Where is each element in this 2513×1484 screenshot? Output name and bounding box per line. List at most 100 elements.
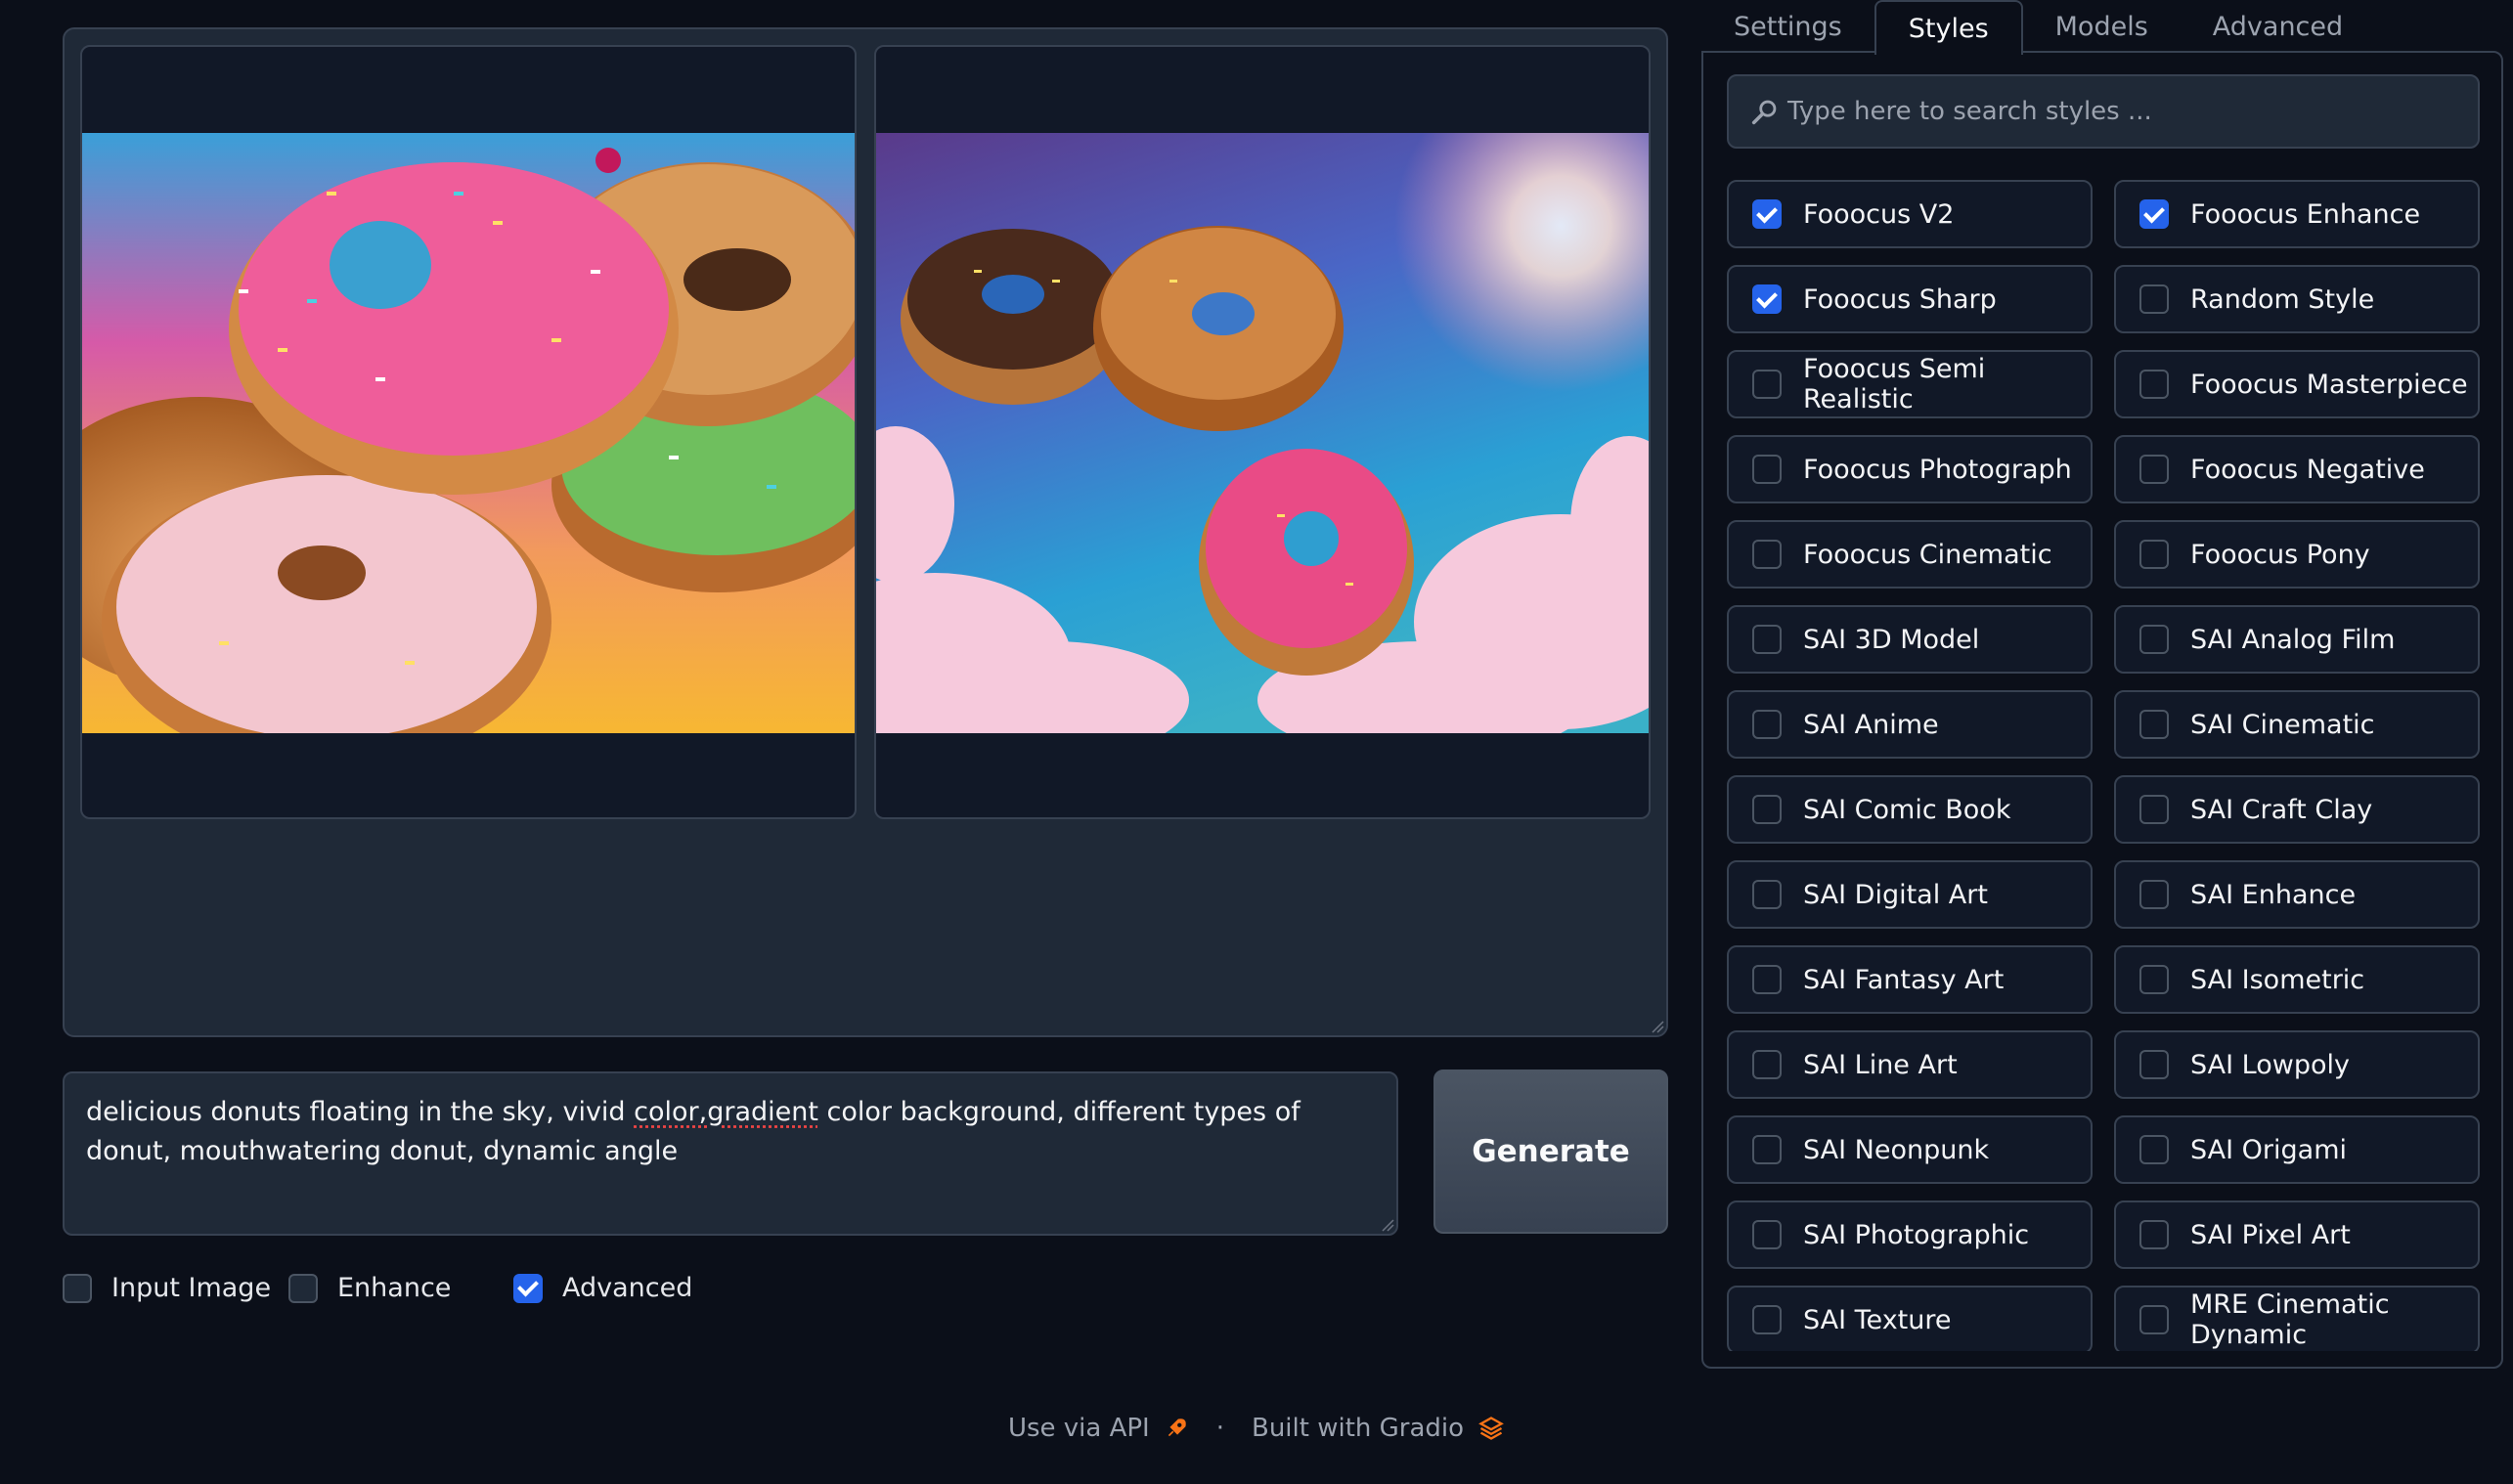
style-label: SAI Isometric [2190,964,2365,995]
search-icon [1751,100,1777,125]
input-image-label: Input Image [111,1273,272,1303]
gradio-logo-icon [1478,1417,1504,1440]
rocket-icon [1168,1419,1186,1437]
style-option-sai-analog-film[interactable]: SAI Analog Film [2114,605,2480,674]
prompt-text-misspelled: color,gradient [634,1097,818,1127]
style-option-sai-photographic[interactable]: SAI Photographic [1727,1200,2093,1269]
style-label: SAI Anime [1803,709,1939,740]
style-option-fooocus-v2[interactable]: Fooocus V2 [1727,180,2093,248]
style-checkbox[interactable] [2139,625,2169,654]
tab-settings[interactable]: Settings [1701,0,1874,53]
style-checkbox[interactable] [2139,880,2169,909]
enhance-checkbox[interactable] [288,1273,318,1303]
advanced-option[interactable]: Advanced [513,1273,692,1303]
style-checkbox[interactable] [2139,284,2169,314]
style-label: MRE Cinematic Dynamic [2190,1289,2390,1350]
style-checkbox[interactable] [1752,795,1782,824]
prompt-textarea[interactable]: delicious donuts floating in the sky, vi… [63,1071,1398,1236]
style-option-sai-origami[interactable]: SAI Origami [2114,1115,2480,1184]
style-option-fooocus-semi-realistic[interactable]: Fooocus Semi Realistic [1727,350,2093,418]
style-option-sai-comic-book[interactable]: SAI Comic Book [1727,775,2093,844]
style-checkbox[interactable] [1752,880,1782,909]
style-checkbox[interactable] [2139,455,2169,484]
style-option-sai-3d-model[interactable]: SAI 3D Model [1727,605,2093,674]
style-option-sai-lowpoly[interactable]: SAI Lowpoly [2114,1030,2480,1099]
donut-image-2 [876,133,1649,733]
style-checkbox[interactable] [2139,370,2169,399]
enhance-option[interactable]: Enhance [288,1273,451,1303]
footer: Use via API · Built with Gradio [0,1414,2513,1443]
built-with-gradio-link[interactable]: Built with Gradio [1252,1414,1464,1443]
style-option-fooocus-cinematic[interactable]: Fooocus Cinematic [1727,520,2093,589]
style-option-sai-craft-clay[interactable]: SAI Craft Clay [2114,775,2480,844]
style-label: SAI 3D Model [1803,624,1980,655]
style-option-sai-fantasy-art[interactable]: SAI Fantasy Art [1727,945,2093,1014]
style-option-fooocus-masterpiece[interactable]: Fooocus Masterpiece [2114,350,2480,418]
style-checkbox[interactable] [1752,625,1782,654]
style-option-sai-digital-art[interactable]: SAI Digital Art [1727,860,2093,929]
style-checkbox[interactable] [1752,1305,1782,1334]
style-option-fooocus-enhance[interactable]: Fooocus Enhance [2114,180,2480,248]
input-image-option[interactable]: Input Image [63,1273,271,1303]
style-search-input[interactable]: Type here to search styles ... [1727,74,2480,149]
tab-advanced[interactable]: Advanced [2181,0,2375,53]
style-label: SAI Digital Art [1803,879,1988,910]
style-checkbox[interactable] [1752,1135,1782,1164]
style-checkbox[interactable] [1752,965,1782,994]
style-checkbox[interactable] [1752,540,1782,569]
style-checkbox[interactable] [1752,370,1782,399]
advanced-checkbox[interactable] [513,1273,543,1303]
style-option-fooocus-sharp[interactable]: Fooocus Sharp [1727,265,2093,333]
style-checkbox[interactable] [2139,1135,2169,1164]
styles-panel: Type here to search styles ... Fooocus V… [1701,51,2503,1369]
style-checkbox[interactable] [1752,284,1782,314]
style-option-sai-cinematic[interactable]: SAI Cinematic [2114,690,2480,759]
style-checkbox[interactable] [1752,455,1782,484]
style-checkbox[interactable] [1752,199,1782,229]
style-option-fooocus-pony[interactable]: Fooocus Pony [2114,520,2480,589]
gallery-resize-handle[interactable] [1651,1020,1664,1033]
style-option-sai-line-art[interactable]: SAI Line Art [1727,1030,2093,1099]
style-option-sai-pixel-art[interactable]: SAI Pixel Art [2114,1200,2480,1269]
style-list: Fooocus V2 Fooocus Enhance Fooocus Sharp Ra… [1727,180,2480,1351]
style-label: SAI Neonpunk [1803,1134,1990,1165]
style-option-fooocus-photograph[interactable]: Fooocus Photograph [1727,435,2093,503]
style-option-random-style[interactable]: Random Style [2114,265,2480,333]
style-checkbox[interactable] [2139,965,2169,994]
tab-models[interactable]: Models [2023,0,2181,53]
style-checkbox[interactable] [2139,1305,2169,1334]
style-checkbox[interactable] [1752,710,1782,739]
style-option-sai-neonpunk[interactable]: SAI Neonpunk [1727,1115,2093,1184]
style-option-sai-enhance[interactable]: SAI Enhance [2114,860,2480,929]
use-via-api-link[interactable]: Use via API [1008,1414,1150,1443]
style-label: SAI Texture [1803,1304,1952,1335]
input-image-checkbox[interactable] [63,1273,92,1303]
prompt-text-start: delicious donuts floating in the sky, vi… [86,1097,635,1127]
style-checkbox[interactable] [2139,540,2169,569]
style-checkbox[interactable] [1752,1220,1782,1249]
style-option-sai-texture[interactable]: SAI Texture [1727,1286,2093,1351]
generate-button[interactable]: Generate [1433,1069,1668,1234]
style-label: SAI Pixel Art [2190,1219,2351,1250]
style-label: SAI Analog Film [2190,624,2396,655]
style-checkbox[interactable] [2139,1220,2169,1249]
style-option-sai-anime[interactable]: SAI Anime [1727,690,2093,759]
advanced-label: Advanced [562,1273,693,1303]
gallery-image-1[interactable] [80,45,857,819]
gallery-image-2[interactable] [874,45,1651,819]
style-checkbox[interactable] [1752,1050,1782,1079]
prompt-resize-handle[interactable] [1381,1218,1394,1232]
style-option-mre-cinematic-dynamic[interactable]: MRE Cinematic Dynamic [2114,1286,2480,1351]
resize-grip-icon [82,133,855,733]
style-label: SAI Line Art [1803,1049,1958,1080]
style-checkbox[interactable] [2139,199,2169,229]
style-label: Fooocus Sharp [1803,284,1997,315]
style-label: Fooocus Photograph [1803,454,2072,485]
style-checkbox[interactable] [2139,795,2169,824]
style-checkbox[interactable] [2139,710,2169,739]
style-checkbox[interactable] [2139,1050,2169,1079]
style-option-sai-isometric[interactable]: SAI Isometric [2114,945,2480,1014]
style-label: Fooocus V2 [1803,198,1955,230]
tab-styles[interactable]: Styles [1874,0,2023,55]
style-option-fooocus-negative[interactable]: Fooocus Negative [2114,435,2480,503]
